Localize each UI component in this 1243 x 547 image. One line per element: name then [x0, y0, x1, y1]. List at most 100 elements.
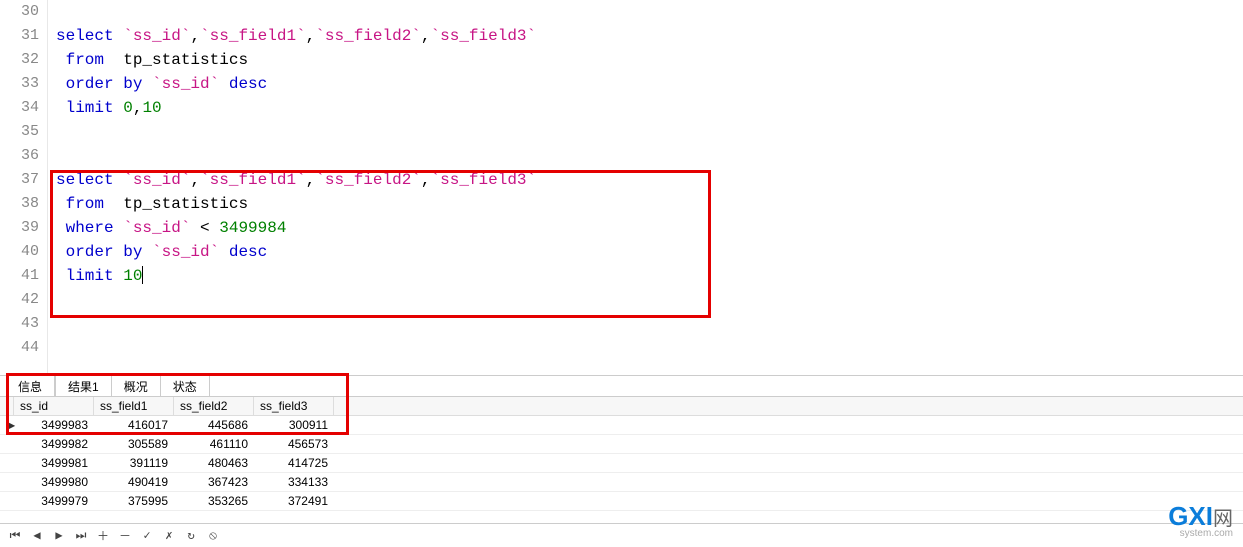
table-row[interactable]: 3499981391119480463414725: [0, 454, 1243, 473]
column-header-ss_field2[interactable]: ss_field2: [174, 397, 254, 415]
cell[interactable]: 461110: [174, 435, 254, 453]
token-ident: `ss_field2`: [315, 171, 421, 189]
apply-icon[interactable]: ✓: [140, 529, 154, 543]
table-row[interactable]: ▶3499983416017445686300911: [0, 416, 1243, 435]
code-line[interactable]: order by `ss_id` desc: [56, 240, 1243, 264]
code-line[interactable]: [56, 288, 1243, 312]
prev-icon[interactable]: ◀: [30, 529, 44, 543]
row-indicator: [0, 492, 14, 510]
tab-结果1[interactable]: 结果1: [55, 375, 112, 396]
row-indicator: [0, 454, 14, 472]
cell[interactable]: 414725: [254, 454, 334, 472]
line-number: 34: [0, 96, 39, 120]
row-indicator: [0, 435, 14, 453]
text-cursor: [142, 266, 143, 284]
code-line[interactable]: [56, 336, 1243, 360]
cell[interactable]: 416017: [94, 416, 174, 434]
line-number: 35: [0, 120, 39, 144]
token-txt: ,: [421, 171, 431, 189]
cell[interactable]: 305589: [94, 435, 174, 453]
cell[interactable]: 372491: [254, 492, 334, 510]
line-number: 44: [0, 336, 39, 360]
cell[interactable]: 456573: [254, 435, 334, 453]
watermark: GXI网 system.com: [1168, 503, 1233, 539]
cell[interactable]: 3499979: [14, 492, 94, 510]
table-row[interactable]: 3499980490419367423334133: [0, 473, 1243, 492]
code-line[interactable]: select `ss_id`,`ss_field1`,`ss_field2`,`…: [56, 24, 1243, 48]
token-kw: order by: [56, 243, 152, 261]
cell[interactable]: 3499980: [14, 473, 94, 491]
token-ident: `ss_id`: [152, 243, 219, 261]
column-header-ss_field1[interactable]: ss_field1: [94, 397, 174, 415]
token-txt: ,: [133, 99, 143, 117]
tab-概况[interactable]: 概况: [112, 376, 161, 396]
next-icon[interactable]: ▶: [52, 529, 66, 543]
tab-信息[interactable]: 信息: [6, 376, 55, 396]
row-indicator: [0, 473, 14, 491]
table-row[interactable]: 3499979375995353265372491: [0, 492, 1243, 511]
token-ident: `ss_field2`: [315, 27, 421, 45]
cell[interactable]: 375995: [94, 492, 174, 510]
tab-状态[interactable]: 状态: [161, 376, 210, 396]
token-txt: ,: [190, 171, 200, 189]
cell[interactable]: 3499981: [14, 454, 94, 472]
code-line[interactable]: limit 0,10: [56, 96, 1243, 120]
token-num: 10: [123, 267, 142, 285]
first-icon[interactable]: ⏮: [8, 529, 22, 543]
row-indicator-header: [0, 397, 14, 415]
code-line[interactable]: from tp_statistics: [56, 192, 1243, 216]
code-area[interactable]: select `ss_id`,`ss_field1`,`ss_field2`,`…: [48, 0, 1243, 375]
refresh-icon[interactable]: ↻: [184, 529, 198, 543]
token-kw: from: [56, 195, 104, 213]
token-kw: where: [56, 219, 123, 237]
token-ident: `ss_field1`: [200, 27, 306, 45]
token-txt: tp_statistics: [104, 51, 248, 69]
cell[interactable]: 3499982: [14, 435, 94, 453]
token-kw: limit: [56, 267, 123, 285]
code-line[interactable]: [56, 120, 1243, 144]
code-line[interactable]: order by `ss_id` desc: [56, 72, 1243, 96]
token-txt: ,: [306, 171, 316, 189]
token-txt: [219, 243, 229, 261]
stop-icon[interactable]: ⦸: [206, 529, 220, 543]
cell[interactable]: 445686: [174, 416, 254, 434]
cell[interactable]: 334133: [254, 473, 334, 491]
table-row[interactable]: 3499982305589461110456573: [0, 435, 1243, 454]
cell[interactable]: 480463: [174, 454, 254, 472]
code-line[interactable]: where `ss_id` < 3499984: [56, 216, 1243, 240]
column-header-ss_field3[interactable]: ss_field3: [254, 397, 334, 415]
line-number: 43: [0, 312, 39, 336]
code-line[interactable]: [56, 312, 1243, 336]
token-txt: ,: [306, 27, 316, 45]
code-line[interactable]: [56, 144, 1243, 168]
code-line[interactable]: limit 10: [56, 264, 1243, 288]
cell[interactable]: 391119: [94, 454, 174, 472]
last-icon[interactable]: ⏭: [74, 529, 88, 543]
token-txt: ,: [421, 27, 431, 45]
cell[interactable]: 367423: [174, 473, 254, 491]
cell[interactable]: 353265: [174, 492, 254, 510]
token-num: 0: [123, 99, 133, 117]
line-number: 33: [0, 72, 39, 96]
cell[interactable]: 3499983: [14, 416, 94, 434]
cancel-icon[interactable]: ✗: [162, 529, 176, 543]
token-kw: desc: [229, 243, 267, 261]
sql-editor[interactable]: 303132333435363738394041424344 select `s…: [0, 0, 1243, 375]
line-number: 42: [0, 288, 39, 312]
code-line[interactable]: select `ss_id`,`ss_field1`,`ss_field2`,`…: [56, 168, 1243, 192]
token-txt: ,: [190, 27, 200, 45]
code-line[interactable]: from tp_statistics: [56, 48, 1243, 72]
result-tabs: 信息结果1概况状态: [0, 375, 1243, 397]
results-panel: 信息结果1概况状态 ss_idss_field1ss_field2ss_fiel…: [0, 375, 1243, 511]
add-icon[interactable]: ＋: [96, 529, 110, 543]
token-txt: [219, 75, 229, 93]
line-number: 38: [0, 192, 39, 216]
column-header-ss_id[interactable]: ss_id: [14, 397, 94, 415]
cell[interactable]: 300911: [254, 416, 334, 434]
token-ident: `ss_id`: [123, 27, 190, 45]
cell[interactable]: 490419: [94, 473, 174, 491]
remove-icon[interactable]: －: [118, 529, 132, 543]
code-line[interactable]: [56, 0, 1243, 24]
token-kw: select: [56, 27, 123, 45]
line-number: 36: [0, 144, 39, 168]
